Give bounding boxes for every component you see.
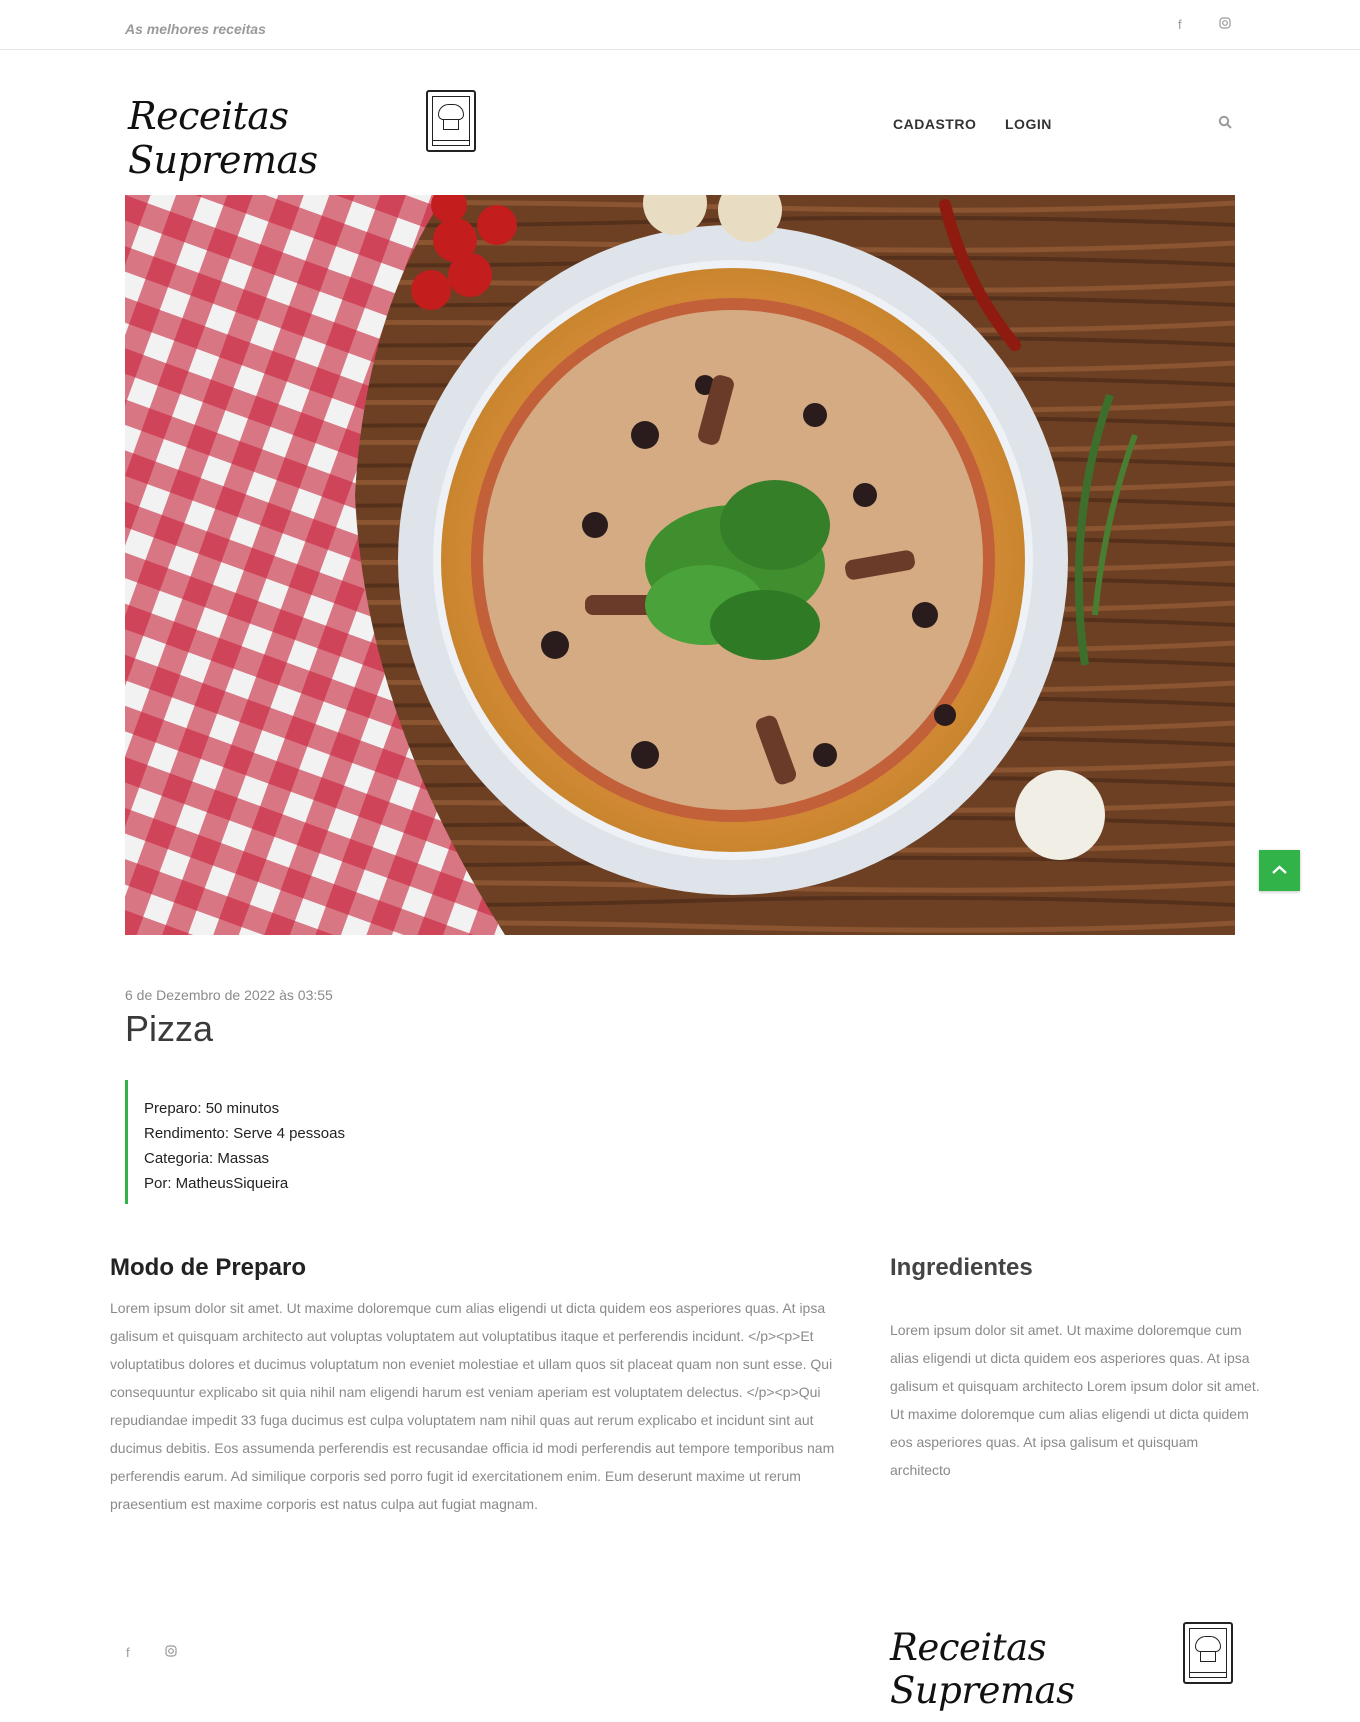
recipe-book-icon [1183,1622,1233,1684]
logo-text: Receitas Supremas [128,94,318,182]
info-autor: Por: MatheusSiqueira [144,1175,289,1192]
chevron-up-icon [1272,865,1287,874]
chef-hat-icon [438,104,464,132]
instagram-icon[interactable] [1219,17,1231,32]
info-categoria: Categoria: Massas [144,1150,270,1167]
recipe-book-icon [426,90,476,152]
tagline: As melhores receitas [125,21,266,37]
preparo-text: Lorem ipsum dolor sit amet. Ut maxime do… [110,1300,835,1512]
recipe-info-box: Preparo: 50 minutos Rendimento: Serve 4 … [125,1080,525,1204]
preparo-heading: Modo de Preparo [110,1254,307,1281]
ingredientes-text: Lorem ipsum dolor sit amet. Ut maxime do… [890,1322,1260,1478]
top-bar: As melhores receitas f [0,0,1360,50]
info-preparo: Preparo: 50 minutos [144,1100,280,1117]
instagram-icon[interactable] [165,1645,177,1660]
nav-cadastro[interactable]: CADASTRO [893,116,976,132]
footer-logo[interactable]: Receitas Supremas [890,1622,1233,1712]
facebook-icon[interactable]: f [126,1645,130,1660]
pizza-photo [125,195,1235,935]
info-rendimento: Rendimento: Serve 4 pessoas [144,1125,345,1142]
search-icon[interactable] [1218,115,1232,129]
facebook-icon[interactable]: f [1178,17,1182,32]
post-date: 6 de Dezembro de 2022 às 03:55 [125,987,333,1003]
chef-hat-icon [1195,1636,1221,1664]
back-to-top-button[interactable] [1259,850,1300,891]
page-title: Pizza [125,1008,214,1049]
footer-logo-text: Receitas Supremas [890,1626,1075,1712]
nav-login[interactable]: LOGIN [1005,116,1052,132]
ingredientes-heading: Ingredientes [890,1254,1033,1281]
recipe-hero-image [125,195,1235,935]
site-logo[interactable]: Receitas Supremas [128,90,476,182]
